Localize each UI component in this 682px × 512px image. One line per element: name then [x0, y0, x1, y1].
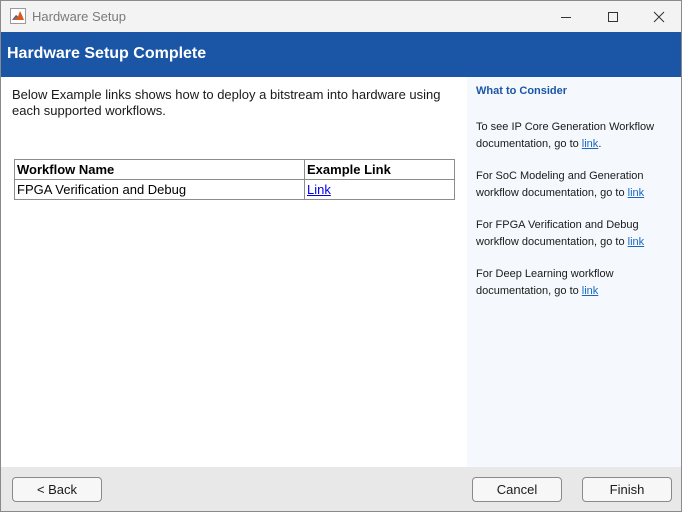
- example-link-cell: Link: [304, 179, 455, 200]
- minimize-icon: [560, 11, 572, 23]
- column-header-example-link: Example Link: [304, 159, 455, 180]
- hardware-setup-window: Hardware Setup Hardware Setup Complete B…: [0, 0, 682, 512]
- fpga-doc-link[interactable]: link: [628, 236, 645, 248]
- tip-deep-learning: For Deep Learning workflow documentation…: [476, 266, 676, 299]
- example-link[interactable]: Link: [307, 182, 331, 197]
- tip-text: For SoC Modeling and Generation workflow…: [476, 170, 644, 199]
- maximize-icon: [607, 11, 619, 23]
- tip-soc: For SoC Modeling and Generation workflow…: [476, 168, 676, 201]
- side-panel-heading: What to Consider: [476, 85, 568, 97]
- main-content: Below Example links shows how to deploy …: [1, 77, 467, 467]
- back-button[interactable]: < Back: [12, 477, 102, 502]
- workflow-name-cell: FPGA Verification and Debug: [14, 179, 305, 200]
- tip-text: For FPGA Verification and Debug workflow…: [476, 219, 639, 248]
- maximize-button[interactable]: [590, 1, 636, 32]
- close-icon: [653, 11, 665, 23]
- finish-button[interactable]: Finish: [582, 477, 672, 502]
- page-header: Hardware Setup Complete: [1, 32, 681, 77]
- intro-text: Below Example links shows how to deploy …: [12, 87, 441, 118]
- column-header-workflow-name: Workflow Name: [14, 159, 305, 180]
- tip-text: To see IP Core Generation Workflow docum…: [476, 121, 655, 150]
- page-title: Hardware Setup Complete: [7, 45, 207, 62]
- tip-fpga: For FPGA Verification and Debug workflow…: [476, 217, 676, 250]
- table-header-row: Workflow Name Example Link: [14, 159, 455, 180]
- minimize-button[interactable]: [543, 1, 589, 32]
- title-bar: Hardware Setup: [1, 1, 681, 32]
- soc-doc-link[interactable]: link: [628, 187, 645, 199]
- workflow-table: Workflow Name Example Link FPGA Verifica…: [14, 159, 455, 200]
- table-row: FPGA Verification and Debug Link: [14, 179, 455, 200]
- window-title: Hardware Setup: [32, 9, 126, 24]
- close-button[interactable]: [636, 1, 682, 32]
- deep-learning-doc-link[interactable]: link: [582, 285, 599, 297]
- footer-bar: < Back Cancel Finish: [1, 467, 681, 511]
- what-to-consider-panel: What to Consider To see IP Core Generati…: [467, 77, 681, 467]
- tip-suffix: .: [598, 137, 602, 150]
- matlab-icon: [10, 8, 26, 24]
- cancel-button[interactable]: Cancel: [472, 477, 562, 502]
- ip-core-doc-link[interactable]: link: [582, 138, 599, 150]
- tip-ip-core: To see IP Core Generation Workflow docum…: [476, 119, 676, 152]
